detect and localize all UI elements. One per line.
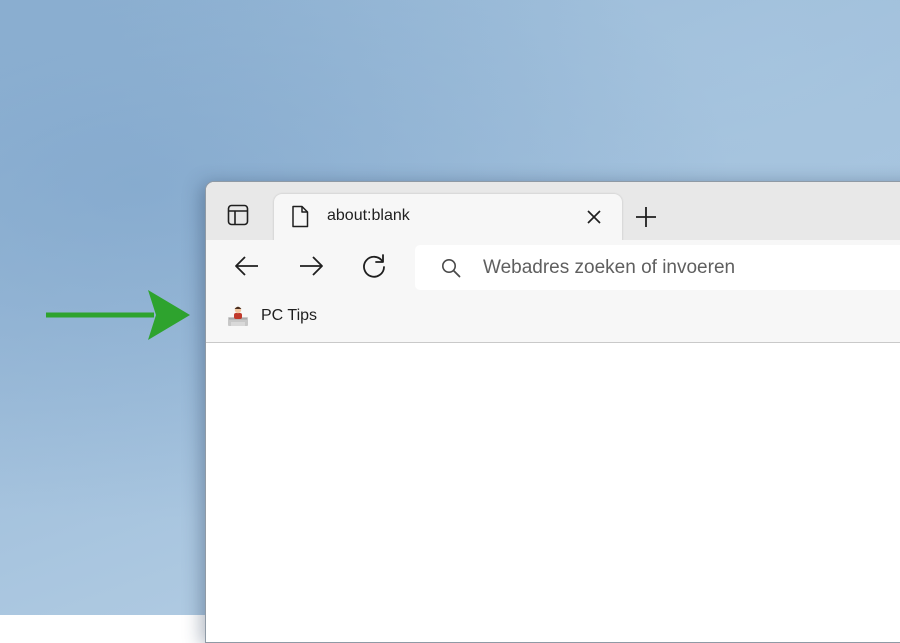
address-input[interactable] [483,245,900,290]
tab-about-blank[interactable]: about:blank [274,194,622,242]
vertical-tabs-icon[interactable] [227,204,249,226]
arrow-right-icon[interactable] [297,252,325,280]
browser-window: about:blank Webadres zoeken of invoeren … [205,181,900,643]
favorites-bar: PC Tips [206,292,900,343]
favorite-label: PC Tips [261,307,318,324]
tab-strip: about:blank [206,182,900,242]
address-bar[interactable] [415,245,900,290]
green-arrow-right-icon [46,290,190,340]
close-icon[interactable] [584,207,604,227]
refresh-icon[interactable] [360,252,388,280]
page-content-area [206,343,900,642]
pc-tips-favicon [228,306,248,326]
favorite-pc-tips[interactable]: PC Tips [226,302,317,330]
plus-icon[interactable] [635,206,657,228]
search-icon [442,259,461,278]
navigation-toolbar [206,240,900,292]
blank-page-icon [292,205,309,228]
tab-title: about:blank [327,207,410,224]
desktop-background: about:blank Webadres zoeken of invoeren … [0,0,900,643]
arrow-left-icon[interactable] [233,252,261,280]
